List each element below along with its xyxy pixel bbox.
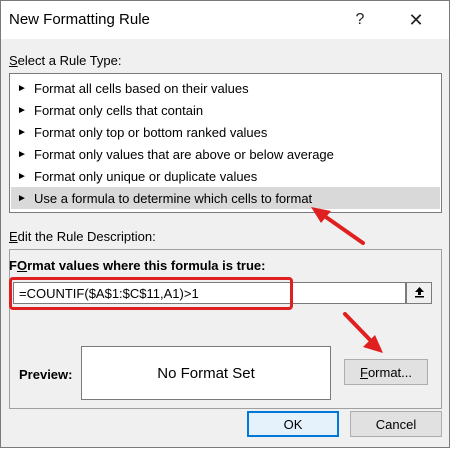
dialog-title: New Formatting Rule bbox=[9, 11, 150, 28]
help-icon: ? bbox=[355, 11, 365, 28]
rule-type-list[interactable]: ► Format all cells based on their values… bbox=[9, 73, 442, 213]
rule-type-item-label: Format only unique or duplicate values bbox=[34, 168, 258, 184]
formula-label: FOrmat values where this formula is true… bbox=[9, 258, 266, 273]
arrow-bullet-icon: ► bbox=[17, 192, 27, 204]
format-button[interactable]: Format... bbox=[344, 359, 428, 385]
arrow-bullet-icon: ► bbox=[17, 82, 27, 94]
preview-label: Preview: bbox=[19, 367, 73, 382]
rule-type-label: Select a Rule Type: bbox=[9, 53, 122, 68]
arrow-bullet-icon: ► bbox=[17, 148, 27, 160]
rule-type-item[interactable]: ► Format only values that are above or b… bbox=[11, 143, 440, 165]
title-bar: New Formatting Rule ? ✕ bbox=[1, 1, 449, 39]
rule-type-item[interactable]: ► Format only unique or duplicate values bbox=[11, 165, 440, 187]
ok-button[interactable]: OK bbox=[247, 411, 339, 437]
rule-type-item[interactable]: ► Format only top or bottom ranked value… bbox=[11, 121, 440, 143]
rule-type-item[interactable]: ► Format only cells that contain bbox=[11, 99, 440, 121]
formula-highlight-outline bbox=[9, 277, 293, 310]
rule-type-item-selected[interactable]: ► Use a formula to determine which cells… bbox=[11, 187, 440, 209]
help-button[interactable]: ? bbox=[337, 1, 383, 39]
rule-type-item-label: Format only values that are above or bel… bbox=[34, 146, 334, 162]
close-icon: ✕ bbox=[408, 9, 424, 30]
collapse-dialog-icon bbox=[414, 286, 425, 301]
rule-type-item-label: Use a formula to determine which cells t… bbox=[34, 190, 313, 206]
preview-text: No Format Set bbox=[157, 364, 255, 382]
arrow-bullet-icon: ► bbox=[17, 104, 27, 116]
cancel-button[interactable]: Cancel bbox=[350, 411, 442, 437]
collapse-dialog-button[interactable] bbox=[406, 282, 432, 304]
rule-type-item-label: Format only top or bottom ranked values bbox=[34, 124, 268, 140]
new-formatting-rule-dialog: New Formatting Rule ? ✕ Select a Rule Ty… bbox=[0, 0, 450, 448]
arrow-bullet-icon: ► bbox=[17, 126, 27, 138]
arrow-bullet-icon: ► bbox=[17, 170, 27, 182]
close-button[interactable]: ✕ bbox=[393, 1, 439, 39]
rule-description-label: Edit the Rule Description: bbox=[9, 229, 156, 244]
preview-box: No Format Set bbox=[81, 346, 331, 400]
rule-type-item-label: Format all cells based on their values bbox=[34, 80, 249, 96]
rule-type-item[interactable]: ► Format all cells based on their values bbox=[11, 77, 440, 99]
rule-type-item-label: Format only cells that contain bbox=[34, 102, 204, 118]
